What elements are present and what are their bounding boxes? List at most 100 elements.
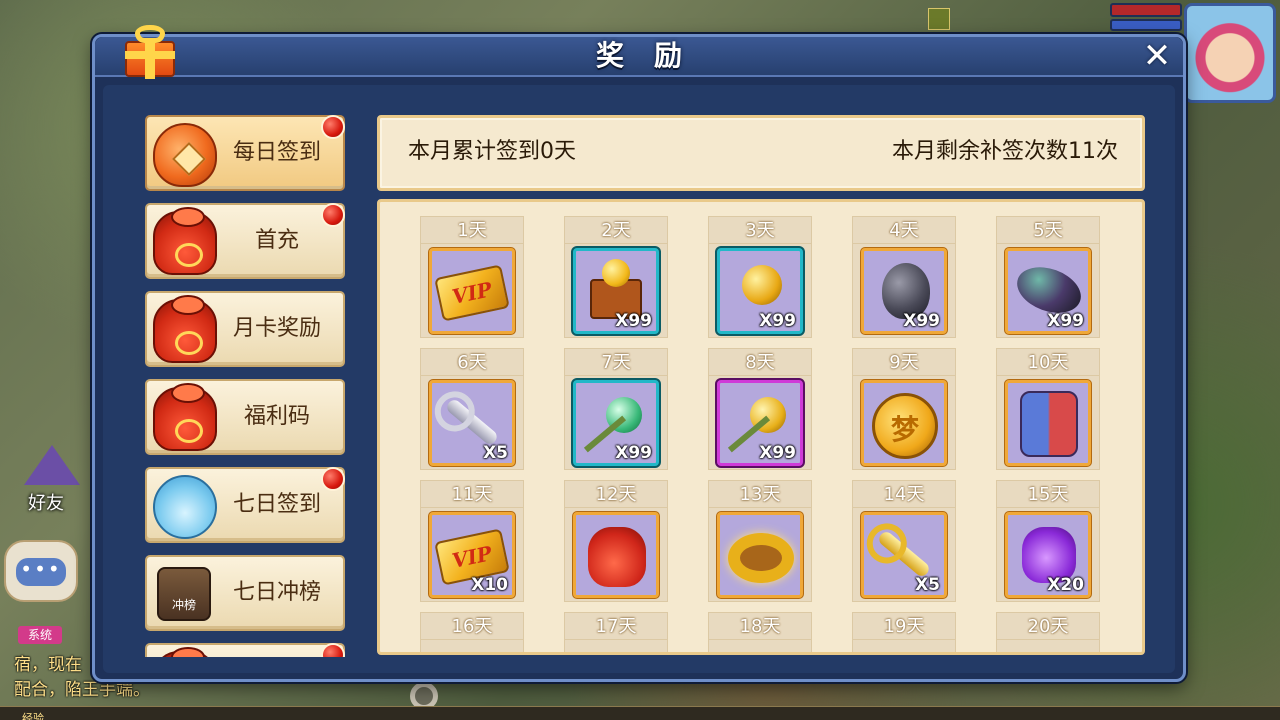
- day-cell: 12天: [564, 480, 668, 602]
- golden-key-icon: [876, 529, 932, 579]
- reward-category-sidebar: 每日签到首充月卡奖励福利码七日签到冲榜 七日冲榜: [145, 115, 347, 657]
- day-cell: 18天: [708, 612, 812, 652]
- day-cell: 15天 X20: [996, 480, 1100, 602]
- day-label: 6天: [420, 348, 524, 376]
- sidebar-item-label: 月卡奖励: [232, 316, 321, 341]
- day-cell: 14天 X5: [852, 480, 956, 602]
- reward-slot: X99: [852, 244, 956, 338]
- item-quantity: X99: [1047, 311, 1084, 331]
- reward-item[interactable]: [1005, 380, 1091, 466]
- close-button[interactable]: ✕: [1139, 39, 1175, 75]
- reward-slot: X10: [420, 508, 524, 602]
- day-label: 4天: [852, 216, 956, 244]
- notification-badge: [321, 643, 345, 657]
- day-label: 9天: [852, 348, 956, 376]
- blue-cloud-bag-icon: [153, 475, 217, 539]
- mp-bar: [1110, 19, 1182, 31]
- lantern-coin-icon: [153, 123, 217, 187]
- hp-bar: [1110, 3, 1182, 17]
- reward-slot: [852, 640, 956, 652]
- gift-box-icon: [121, 25, 179, 79]
- reward-item[interactable]: X20: [1005, 512, 1091, 598]
- day-label: 20天: [996, 612, 1100, 640]
- day-label: 5天: [996, 216, 1100, 244]
- day-cell: 9天: [852, 348, 956, 470]
- golden-ring-icon: [728, 533, 794, 583]
- reward-item[interactable]: X99: [861, 248, 947, 334]
- day-cell: 10天: [996, 348, 1100, 470]
- player-avatar[interactable]: [1184, 3, 1276, 103]
- golden-orb-icon: [728, 265, 794, 313]
- buff-icon: [928, 8, 950, 30]
- sidebar-item-label: 福利码: [243, 404, 310, 429]
- reward-item[interactable]: X10: [429, 512, 515, 598]
- reward-slot: [852, 376, 956, 470]
- system-tag: 系统: [18, 626, 62, 644]
- day-cell: 11天 X10: [420, 480, 524, 602]
- reward-slot: [996, 640, 1100, 652]
- reward-item[interactable]: X5: [429, 380, 515, 466]
- reward-slot: [420, 244, 524, 338]
- reward-item[interactable]: X99: [717, 248, 803, 334]
- reward-slot: [564, 508, 668, 602]
- day-label: 13天: [708, 480, 812, 508]
- reward-slot: [708, 640, 812, 652]
- item-quantity: X99: [615, 311, 652, 331]
- sidebar-item[interactable]: 每日签到: [145, 115, 345, 191]
- panel-body: 每日签到 首充 月卡奖励 福利码 七日签到 冲榜 七日冲榜 本月累计签到0天 本月剩余补签次…: [103, 85, 1175, 673]
- day-label: 16天: [420, 612, 524, 640]
- day-label: 18天: [708, 612, 812, 640]
- day-label: 1天: [420, 216, 524, 244]
- day-label: 3天: [708, 216, 812, 244]
- sidebar-item[interactable]: [145, 643, 345, 657]
- day-label: 7天: [564, 348, 668, 376]
- partial-item-icon: [153, 647, 217, 657]
- friends-label: 好友: [28, 493, 64, 514]
- reward-slot: X20: [996, 508, 1100, 602]
- item-quantity: X99: [759, 311, 796, 331]
- exp-bar: 经验: [0, 706, 1280, 720]
- chat-button[interactable]: •••: [4, 540, 78, 602]
- reward-item[interactable]: [717, 512, 803, 598]
- notification-badge: [321, 115, 345, 139]
- sidebar-item[interactable]: 福利码: [145, 379, 345, 455]
- reward-item[interactable]: X99: [573, 248, 659, 334]
- reward-slot: [996, 376, 1100, 470]
- sidebar-item-label: 每日签到: [232, 140, 321, 165]
- day-cell: 2天 X99: [564, 216, 668, 338]
- reward-item[interactable]: X99: [573, 380, 659, 466]
- red-lucky-bag-icon: [588, 527, 646, 587]
- day-cell: 16天: [420, 612, 524, 652]
- day-label: 12天: [564, 480, 668, 508]
- item-quantity: X5: [483, 443, 508, 463]
- reward-item[interactable]: [429, 248, 515, 334]
- reward-slot: X99: [564, 244, 668, 338]
- red-lucky-bag-icon: [153, 295, 217, 363]
- sidebar-item-label: 七日冲榜: [232, 580, 321, 605]
- day-cell: 4天 X99: [852, 216, 956, 338]
- item-quantity: X99: [903, 311, 940, 331]
- reward-item[interactable]: X5: [861, 512, 947, 598]
- green-hammer-icon: [606, 397, 642, 433]
- reward-item[interactable]: X99: [1005, 248, 1091, 334]
- day-cell: 8天 X99: [708, 348, 812, 470]
- mech-robot-icon: [1020, 391, 1078, 457]
- daily-reward-grid[interactable]: 1天 2天 X99 3天 X99 4天 X99 5天 X99 6天 X5 7天 X99 8天 X99 9天 10…: [377, 199, 1145, 655]
- item-quantity: X20: [1047, 575, 1084, 595]
- day-cell: 13天: [708, 480, 812, 602]
- reward-item[interactable]: [861, 380, 947, 466]
- sidebar-item[interactable]: 首充: [145, 203, 345, 279]
- sidebar-item[interactable]: 七日签到: [145, 467, 345, 543]
- day-cell: 17天: [564, 612, 668, 652]
- friends-button[interactable]: 好友: [14, 445, 86, 515]
- exp-label: 经验: [22, 712, 44, 720]
- day-cell: 5天 X99: [996, 216, 1100, 338]
- sidebar-item[interactable]: 月卡奖励: [145, 291, 345, 367]
- dream-coin-icon: [872, 393, 938, 459]
- reward-item[interactable]: [573, 512, 659, 598]
- day-cell: 3天 X99: [708, 216, 812, 338]
- reward-item[interactable]: X99: [717, 380, 803, 466]
- reward-slot: X99: [708, 244, 812, 338]
- ranking-board-icon: 冲榜: [157, 567, 211, 621]
- sidebar-item[interactable]: 冲榜 七日冲榜: [145, 555, 345, 631]
